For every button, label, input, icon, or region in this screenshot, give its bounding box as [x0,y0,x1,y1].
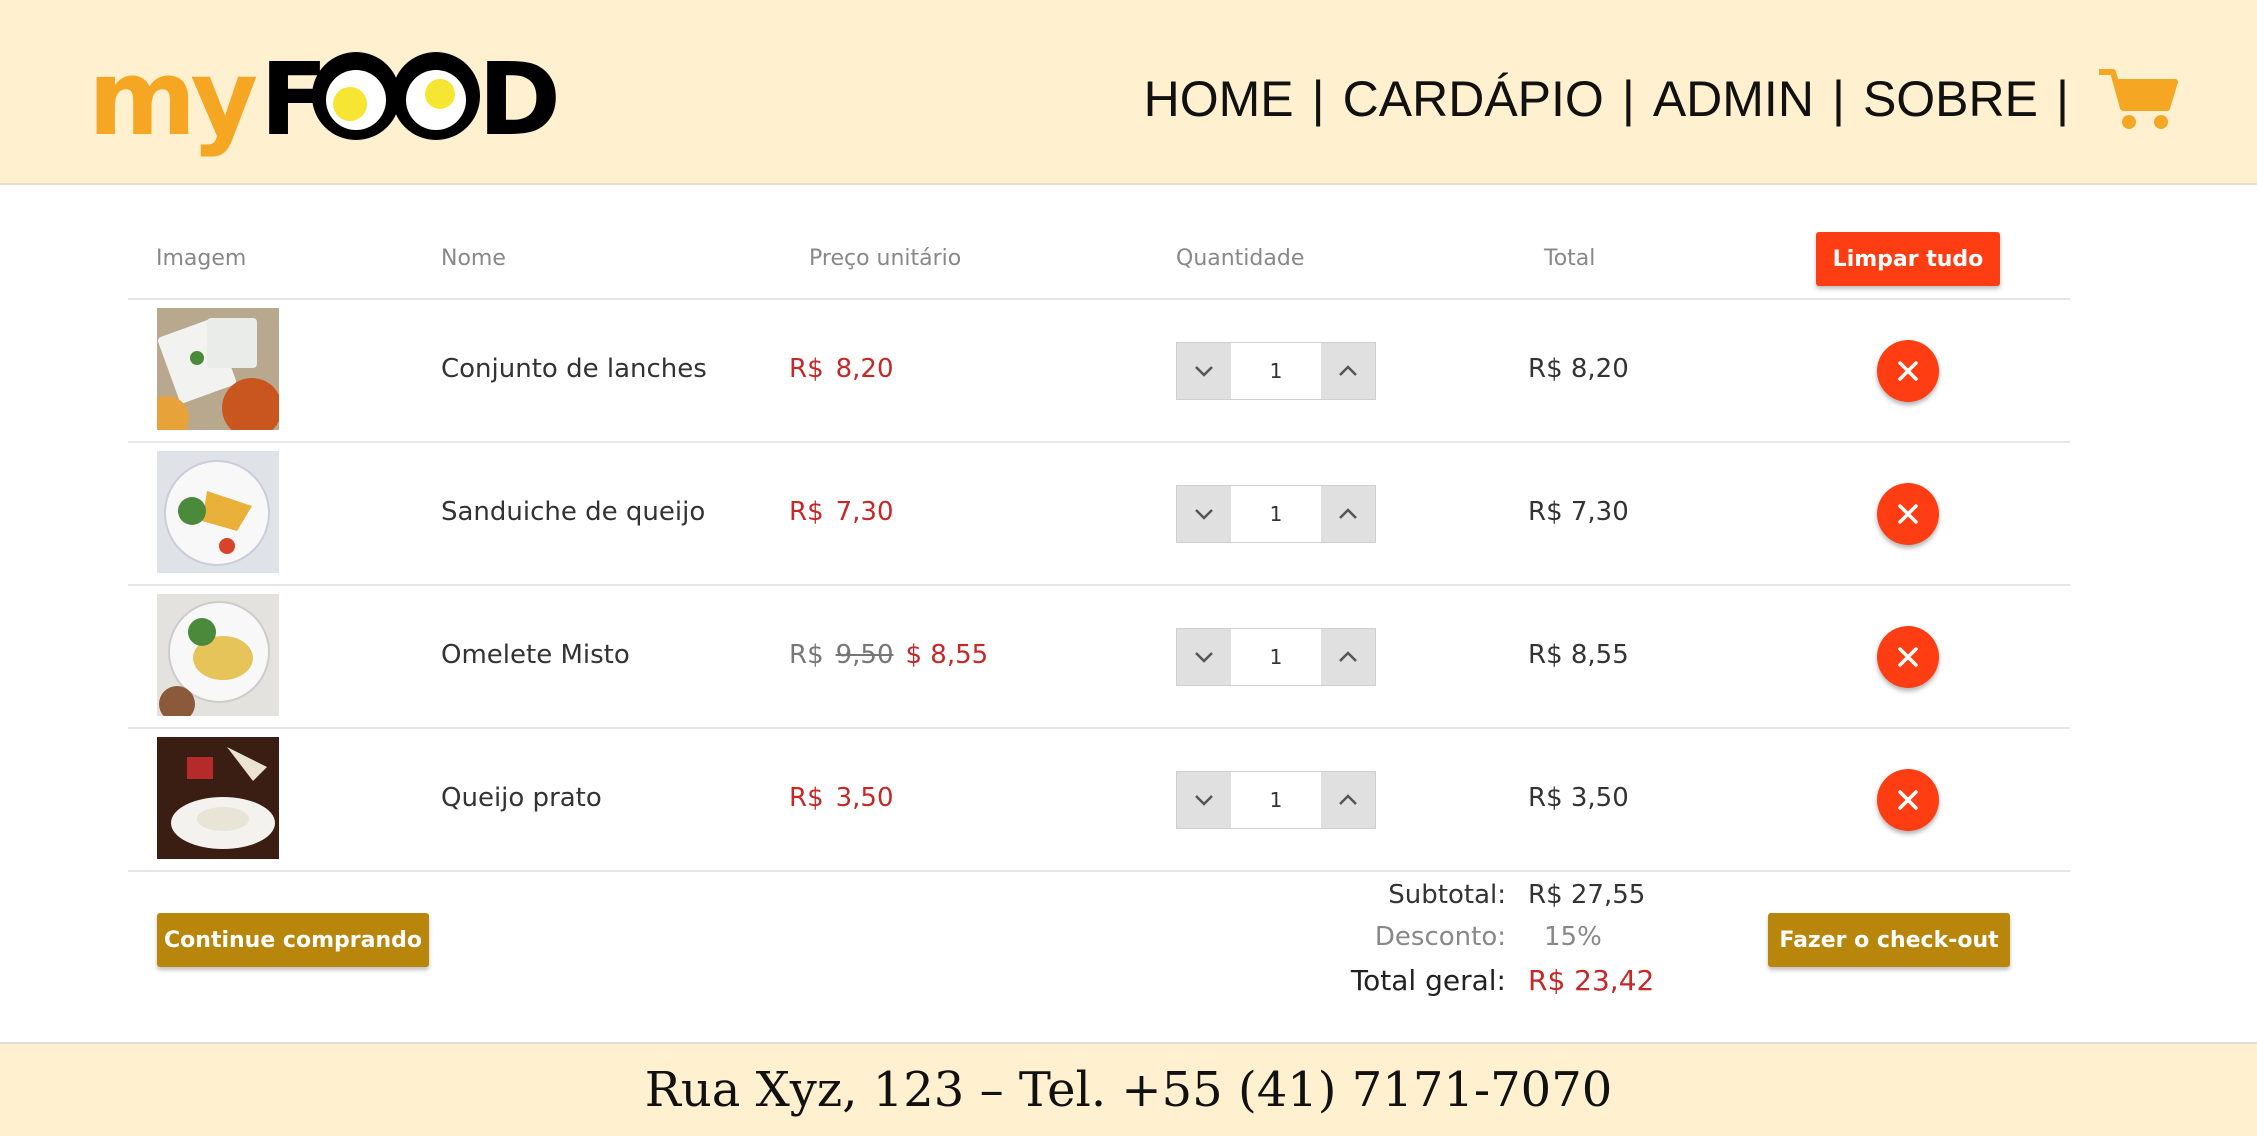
unit-price: R$ 3,50 [789,783,894,813]
nav-sobre[interactable]: SOBRE [1863,70,2038,128]
unit-price: R$ 7,30 [789,497,894,527]
chevron-up-icon [1339,794,1357,805]
close-icon [1898,361,1918,381]
remove-item-button[interactable] [1877,340,1939,402]
continue-shopping-button[interactable]: Continue comprando [157,913,429,967]
close-icon [1898,790,1918,810]
increment-button[interactable] [1321,772,1375,828]
table-header: Imagem Nome Preço unitário Quantidade To… [128,216,2070,300]
quantity-input[interactable]: 1 [1231,343,1321,399]
row-total: R$ 7,30 [1528,497,1629,527]
price-value: 7,30 [835,497,894,527]
product-image [157,308,279,430]
chevron-up-icon [1339,508,1357,519]
shopping-cart-icon[interactable] [2097,66,2179,132]
currency-symbol: R$ [789,640,824,670]
nav-home[interactable]: HOME [1144,70,1294,128]
nav-admin[interactable]: ADMIN [1653,70,1814,128]
quantity-input[interactable]: 1 [1231,629,1321,685]
increment-button[interactable] [1321,343,1375,399]
table-row: Sanduiche de queijo R$ 7,30 1 R$ 7,30 [128,443,2070,586]
table-row: Conjunto de lanches R$ 8,20 1 R$ 8,20 [128,300,2070,443]
decrement-button[interactable] [1177,486,1231,542]
myfood-logo[interactable]: my F D [88,42,568,162]
chevron-down-icon [1195,652,1213,663]
row-total: R$ 8,20 [1528,354,1629,384]
quantity-stepper: 1 [1176,485,1376,543]
nav-separator: | [1311,71,1325,127]
main-nav: HOME | CARDÁPIO | ADMIN | SOBRE | [1144,64,2179,134]
product-image [157,594,279,716]
nav-separator: | [1621,71,1635,127]
svg-text:D: D [478,42,561,158]
checkout-button[interactable]: Fazer o check-out [1768,913,2010,967]
price-value: 8,20 [835,354,894,384]
grand-total-label: Total geral: [1350,964,1506,997]
quantity-stepper: 1 [1176,342,1376,400]
currency-symbol: R$ [789,497,824,527]
product-image [157,737,279,859]
nav-separator: | [2056,71,2069,127]
decrement-button[interactable] [1177,343,1231,399]
col-header-quantity: Quantidade [1176,246,1305,271]
discount-value: 15% [1544,922,1602,952]
cart-table: Imagem Nome Preço unitário Quantidade To… [128,216,2070,872]
product-name: Sanduiche de queijo [441,497,706,527]
remove-item-button[interactable] [1877,626,1939,688]
decrement-button[interactable] [1177,629,1231,685]
product-name: Conjunto de lanches [441,354,707,384]
decrement-button[interactable] [1177,772,1231,828]
product-name: Queijo prato [441,783,602,813]
increment-button[interactable] [1321,629,1375,685]
nav-cardapio[interactable]: CARDÁPIO [1343,70,1604,128]
increment-button[interactable] [1321,486,1375,542]
subtotal-value: R$ 27,55 [1528,880,1646,910]
col-header-name: Nome [441,246,506,271]
currency-symbol: R$ [789,354,824,384]
footer-address: Rua Xyz, 123 – Tel. +55 (41) 7171-7070 [644,1062,1613,1118]
subtotal-label: Subtotal: [1388,880,1506,910]
chevron-up-icon [1339,651,1357,662]
grand-total-value: R$ 23,42 [1528,964,1655,997]
product-name: Omelete Misto [441,640,630,670]
nav-separator: | [1831,71,1845,127]
close-icon [1898,504,1918,524]
row-total: R$ 8,55 [1528,640,1629,670]
chevron-down-icon [1195,366,1213,377]
product-image [157,451,279,573]
original-price: 9,50 [835,640,894,670]
svg-text:my: my [88,42,256,159]
close-icon [1898,647,1918,667]
row-total: R$ 3,50 [1528,783,1629,813]
currency-symbol: R$ [789,783,824,813]
col-header-total: Total [1544,246,1596,271]
table-row: Omelete Misto R$ 9,50 $ 8,55 1 R$ 8,55 [128,586,2070,729]
chevron-down-icon [1195,795,1213,806]
col-header-image: Imagem [156,246,247,271]
remove-item-button[interactable] [1877,483,1939,545]
table-row: Queijo prato R$ 3,50 1 R$ 3,50 [128,729,2070,872]
unit-price: R$ 8,20 [789,354,894,384]
price-value: 3,50 [835,783,894,813]
quantity-stepper: 1 [1176,628,1376,686]
clear-all-button[interactable]: Limpar tudo [1816,232,2000,286]
remove-item-button[interactable] [1877,769,1939,831]
chevron-down-icon [1195,509,1213,520]
unit-price: R$ 9,50 $ 8,55 [789,640,988,670]
site-header: my F D HOME | CARDÁPIO | ADMIN | SOBRE | [0,0,2257,185]
quantity-stepper: 1 [1176,771,1376,829]
discount-label: Desconto: [1374,922,1506,952]
chevron-up-icon [1339,365,1357,376]
quantity-input[interactable]: 1 [1231,772,1321,828]
quantity-input[interactable]: 1 [1231,486,1321,542]
site-footer: Rua Xyz, 123 – Tel. +55 (41) 7171-7070 [0,1042,2257,1136]
col-header-unit-price: Preço unitário [809,246,962,271]
discounted-price: $ 8,55 [905,640,989,670]
